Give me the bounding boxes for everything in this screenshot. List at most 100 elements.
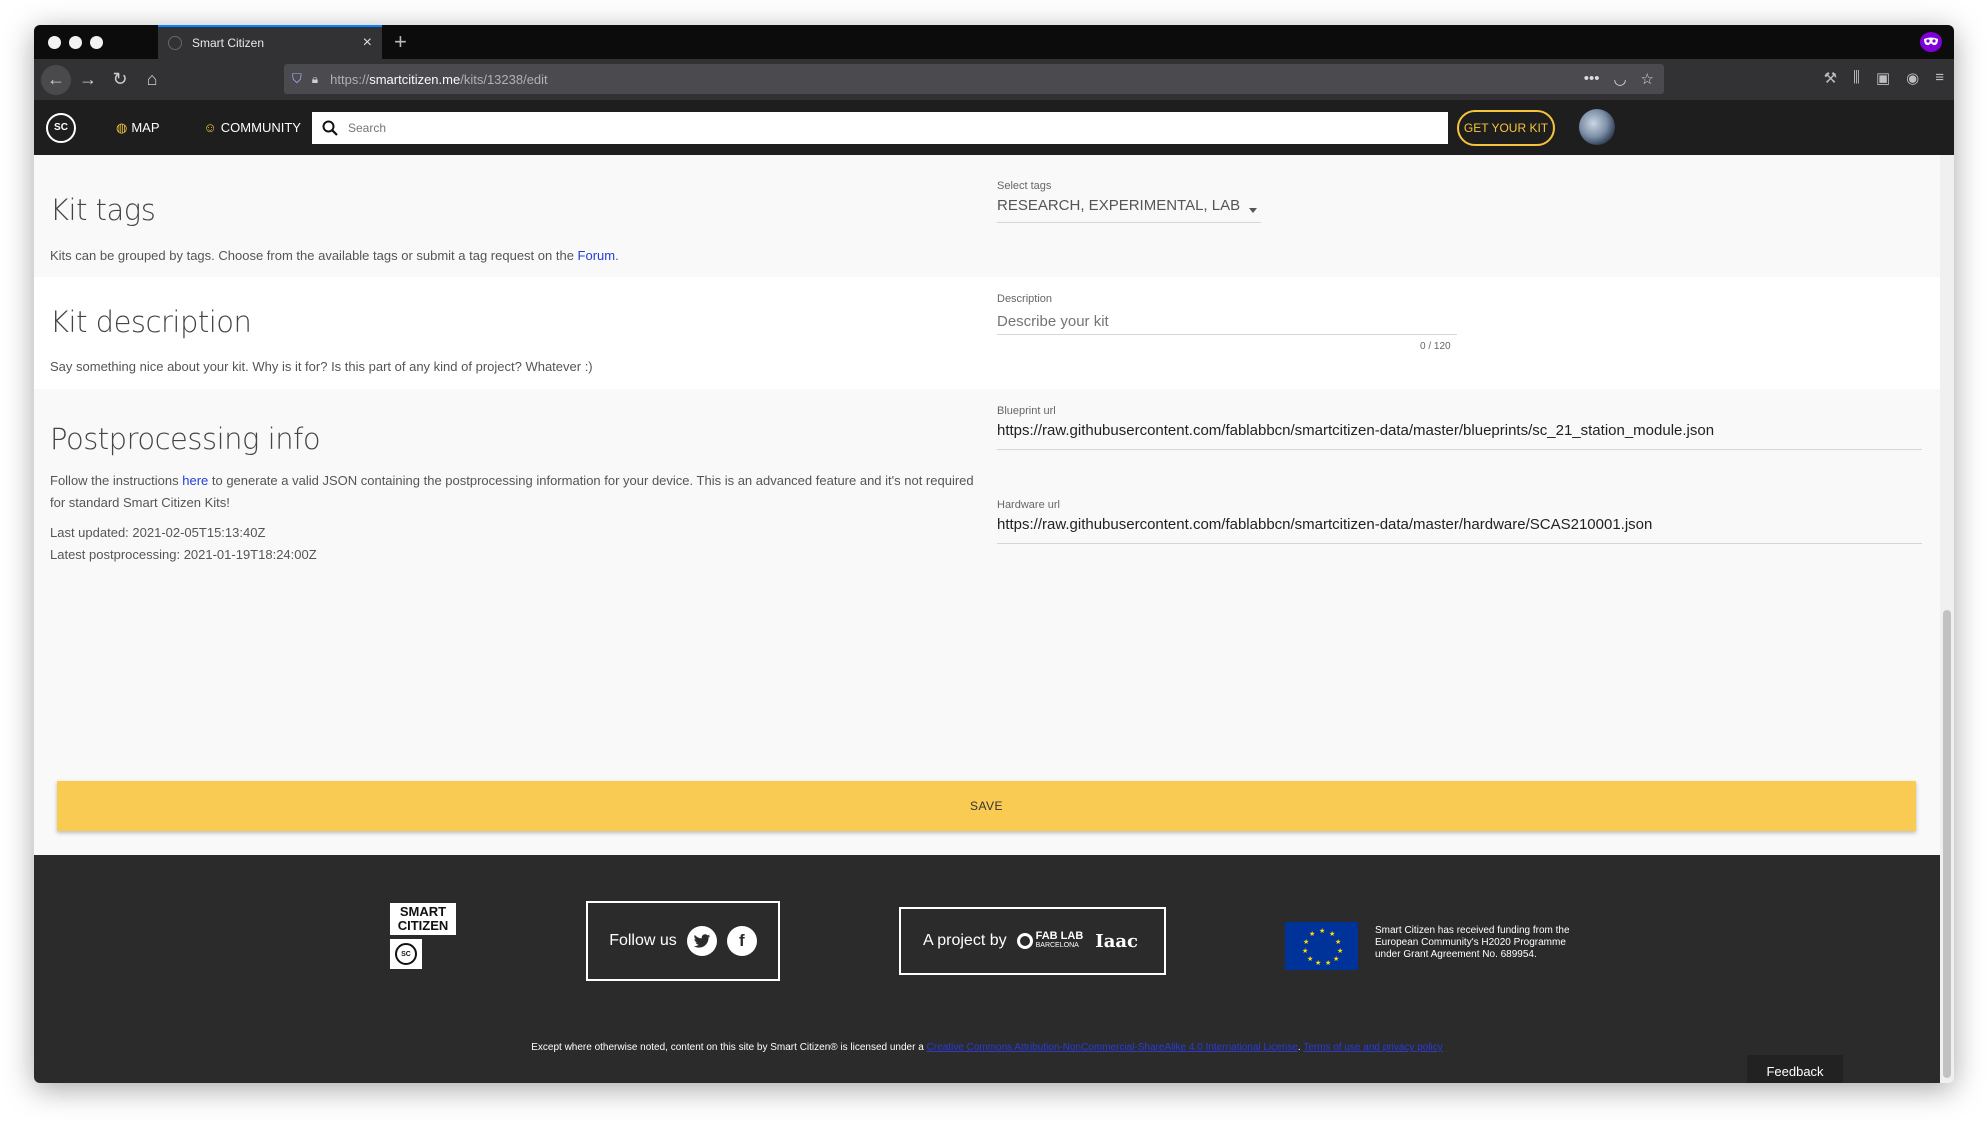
footer-logo-mark: SC	[390, 939, 422, 969]
account-icon[interactable]: ◉	[1906, 69, 1919, 87]
url-domain: smartcitizen.me	[369, 71, 461, 87]
footer-logo-line1: SMART	[399, 904, 447, 919]
twitter-icon[interactable]	[686, 926, 717, 956]
library-icon[interactable]: ⫼	[1853, 69, 1860, 87]
app-navbar: SC ◍ MAP ☺ COMMUNITY GET YOUR KIT	[34, 100, 1954, 155]
footer-smart-citizen-logo[interactable]: SMART CITIZEN SC	[390, 903, 456, 969]
tab-title: Smart Citizen	[192, 36, 265, 50]
nav-map-label: MAP	[131, 120, 160, 135]
search-input[interactable]	[346, 120, 1350, 136]
select-tags-value: RESEARCH, EXPERIMENTAL, LAB	[997, 197, 1241, 214]
menu-icon[interactable]: ≡	[1935, 69, 1944, 87]
iaac-logo[interactable]: Iaac	[1095, 931, 1138, 952]
description-input[interactable]	[997, 309, 1457, 335]
home-button[interactable]: ⌂	[137, 65, 167, 95]
hardware-url-label: Hardware url	[997, 499, 1060, 511]
postprocessing-instructions: Follow the instructions here to generate…	[50, 470, 980, 514]
feedback-button[interactable]: Feedback	[1747, 1055, 1843, 1083]
browser-tab[interactable]: Smart Citizen ×	[158, 25, 382, 59]
description-char-counter: 0 / 120	[1420, 341, 1451, 352]
license-text: Except where otherwise noted, content on…	[531, 1042, 927, 1053]
arrow-right-icon: →	[79, 69, 97, 89]
address-bar-actions: ••• ◡ ☆	[1584, 70, 1654, 88]
kit-description-section: Kit description Say something nice about…	[34, 277, 1940, 389]
home-icon: ⌂	[146, 69, 158, 89]
kit-tags-description: Kits can be grouped by tags. Choose from…	[50, 245, 980, 267]
forward-button[interactable]: →	[73, 65, 103, 95]
shield-icon[interactable]: ⛉	[292, 71, 302, 87]
facebook-icon[interactable]: f	[726, 926, 757, 956]
fablab-barcelona-logo[interactable]: FAB LAB BARCELONA	[1016, 931, 1083, 951]
forum-link[interactable]: Forum	[578, 248, 616, 263]
latest-postprocessing-text: Latest postprocessing: 2021-01-19T18:24:…	[50, 547, 317, 562]
url-prefix: https://	[330, 71, 370, 87]
pocket-icon[interactable]: ◡	[1613, 70, 1626, 88]
blueprint-url-input[interactable]: https://raw.githubusercontent.com/fablab…	[997, 422, 1922, 450]
instructions-here-link[interactable]: here	[182, 473, 208, 488]
eu-funding-text: Smart Citizen has received funding from …	[1375, 925, 1570, 960]
description-label: Description	[997, 293, 1053, 305]
tab-favicon-icon	[168, 36, 182, 50]
postprocessing-section: Postprocessing info Follow the instructi…	[34, 389, 1940, 639]
cc-license-link[interactable]: Creative Commons Attribution-NonCommerci…	[927, 1042, 1298, 1053]
private-browsing-icon	[1920, 32, 1942, 52]
select-tags-label: Select tags	[997, 180, 1052, 192]
tab-bar: Smart Citizen × +	[34, 25, 1954, 59]
bookmark-star-icon[interactable]: ☆	[1641, 70, 1654, 88]
browser-window: Smart Citizen × + ← → ↻ ⌂ ⛉ 🔒︎ https://s…	[34, 25, 1954, 1083]
kit-description-title: Kit description	[50, 305, 252, 339]
select-tags-dropdown[interactable]: RESEARCH, EXPERIMENTAL, LAB	[997, 197, 1261, 223]
user-avatar[interactable]	[1579, 109, 1615, 145]
nav-map-link[interactable]: ◍ MAP	[116, 120, 160, 136]
kit-tags-section: Kit tags Kits can be grouped by tags. Ch…	[34, 155, 1940, 277]
save-button[interactable]: SAVE	[57, 781, 1916, 831]
toolbar-right-icons: ⚒ ⫼ ▣ ◉ ≡	[1824, 69, 1944, 87]
wrench-icon[interactable]: ⚒	[1824, 69, 1837, 87]
sidebar-icon[interactable]: ▣	[1876, 69, 1890, 87]
footer-logo-wordmark: SMART CITIZEN	[390, 903, 456, 935]
reload-button[interactable]: ↻	[105, 65, 135, 95]
kit-edit-form: Kit tags Kits can be grouped by tags. Ch…	[34, 155, 1940, 880]
last-updated-text: Last updated: 2021-02-05T15:13:40Z	[50, 525, 266, 540]
project-by-box: A project by FAB LAB BARCELONA Iaac	[899, 907, 1166, 975]
postprocessing-title: Postprocessing info	[50, 422, 321, 456]
new-tab-button[interactable]: +	[394, 25, 407, 59]
hardware-url-input[interactable]: https://raw.githubusercontent.com/fablab…	[997, 516, 1922, 544]
postprocessing-text: Follow the instructions	[50, 473, 183, 488]
project-by-label: A project by	[923, 932, 1007, 949]
url-text[interactable]: https://smartcitizen.me/kits/13238/edit	[330, 72, 548, 87]
blueprint-url-label: Blueprint url	[997, 405, 1056, 417]
scrollbar-thumb[interactable]	[1943, 610, 1951, 1078]
lock-icon[interactable]: 🔒︎	[312, 72, 318, 87]
footer-logo-line2: CITIZEN	[397, 918, 449, 933]
arrow-left-icon: ←	[47, 69, 65, 89]
reload-icon: ↻	[112, 69, 128, 89]
page-scrollbar[interactable]	[1940, 155, 1954, 1083]
follow-us-box: Follow us f	[586, 901, 780, 981]
kit-description-text: Say something nice about your kit. Why i…	[50, 359, 593, 374]
tab-close-icon[interactable]: ×	[363, 34, 372, 52]
get-your-kit-button[interactable]: GET YOUR KIT	[1457, 110, 1555, 146]
smart-citizen-logo[interactable]: SC	[46, 112, 76, 143]
search-bar[interactable]	[312, 112, 1448, 144]
footer-logo-mark-text: SC	[395, 943, 417, 965]
close-window-button[interactable]	[48, 35, 61, 49]
dropdown-arrow-icon	[1249, 208, 1257, 213]
eu-flag-icon: ★ ★ ★ ★ ★ ★ ★ ★ ★ ★ ★	[1285, 922, 1358, 970]
minimize-window-button[interactable]	[69, 35, 82, 49]
window-controls	[48, 35, 158, 49]
address-bar[interactable]: ⛉ 🔒︎ https://smartcitizen.me/kits/13238/…	[284, 64, 1664, 94]
url-path: /kits/13238/edit	[460, 71, 548, 87]
maximize-window-button[interactable]	[90, 35, 103, 49]
more-actions-icon[interactable]: •••	[1584, 70, 1600, 88]
nav-community-link[interactable]: ☺ COMMUNITY	[204, 120, 301, 135]
license-notice: Except where otherwise noted, content on…	[34, 1042, 1940, 1053]
follow-us-label: Follow us	[609, 932, 677, 949]
fablab-line2: BARCELONA	[1035, 942, 1079, 949]
community-icon: ☺	[203, 120, 217, 135]
footer: SMART CITIZEN SC Follow us f A project b…	[34, 855, 1940, 1083]
kit-tags-text-end: .	[615, 248, 619, 263]
back-button[interactable]: ←	[41, 64, 71, 95]
search-icon	[322, 120, 338, 136]
terms-link[interactable]: Terms of use and privacy policy	[1303, 1042, 1443, 1053]
